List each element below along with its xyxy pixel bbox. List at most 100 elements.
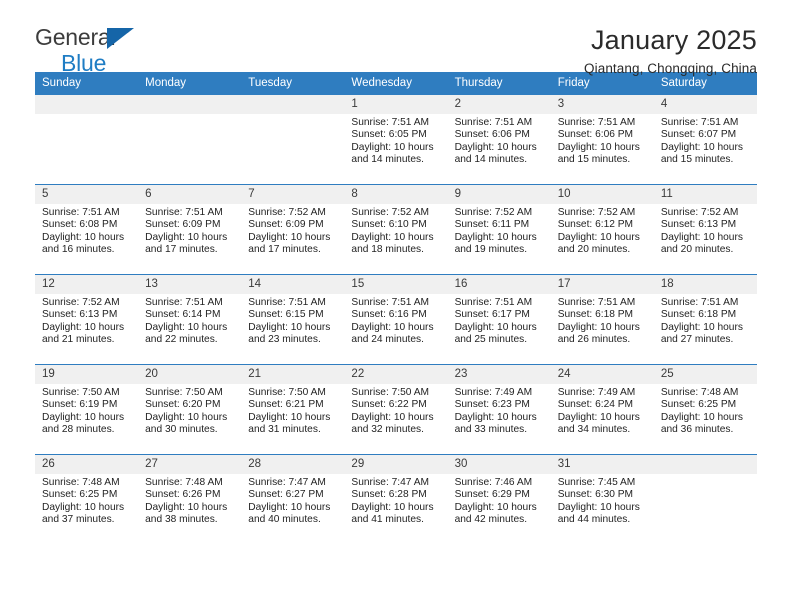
calendar-day-cell[interactable]: 6 Sunrise: 7:51 AM Sunset: 6:09 PM Daylight…	[138, 184, 242, 275]
sunrise-text: Sunrise: 7:45 AM	[557, 477, 636, 488]
general-blue-logo[interactable]: General Blue	[35, 24, 134, 75]
calendar-day-cell[interactable]: 14 Sunrise: 7:51 AM Sunset: 6:15 PM Dayligh…	[241, 274, 345, 365]
calendar-day-cell[interactable]: 20 Sunrise: 7:50 AM Sunset: 6:20 PM Dayligh…	[138, 364, 242, 455]
daylight-text-line2: and 26 minutes.	[557, 334, 631, 346]
day-number: 23	[447, 365, 551, 384]
sunset-text: Sunset: 6:08 PM	[42, 219, 118, 231]
calendar-day-cell[interactable]: 22 Sunrise: 7:50 AM Sunset: 6:22 PM Dayligh…	[344, 364, 448, 455]
day-number	[35, 95, 139, 114]
daylight-text-line2: and 27 minutes.	[660, 334, 734, 346]
calendar-day-cell[interactable]: 4 Sunrise: 7:51 AM Sunset: 6:07 PM Daylight…	[653, 94, 757, 185]
day-details: Sunrise: 7:51 AM Sunset: 6:06 PM Daylight:…	[551, 114, 654, 167]
day-details: Sunrise: 7:51 AM Sunset: 6:05 PM Daylight:…	[344, 114, 447, 167]
sunset-text: Sunset: 6:06 PM	[557, 129, 634, 141]
day-details: Sunrise: 7:52 AM Sunset: 6:09 PM Daylight:…	[241, 204, 344, 257]
sunrise-text: Sunrise: 7:49 AM	[557, 387, 636, 398]
calendar-week-row: 5 Sunrise: 7:51 AM Sunset: 6:08 PM Daylight…	[35, 184, 757, 275]
daylight-text-line2: and 22 minutes.	[145, 334, 218, 346]
calendar-week-row: 26 Sunrise: 7:48 AM Sunset: 6:25 PM Dayligh…	[35, 454, 757, 544]
sunrise-text: Sunrise: 7:48 AM	[145, 477, 223, 488]
sunset-text: Sunset: 6:30 PM	[557, 489, 634, 501]
calendar-day-cell[interactable]: 13 Sunrise: 7:51 AM Sunset: 6:14 PM Dayligh…	[138, 274, 242, 365]
sunrise-text: Sunrise: 7:52 AM	[42, 297, 120, 308]
day-details: Sunrise: 7:52 AM Sunset: 6:10 PM Daylight:…	[344, 204, 447, 257]
day-number: 4	[653, 95, 757, 114]
daylight-text-line2: and 14 minutes.	[454, 154, 528, 166]
daylight-text-line1: Daylight: 10 hours	[557, 501, 640, 513]
calendar-day-cell[interactable]: 15 Sunrise: 7:51 AM Sunset: 6:16 PM Dayligh…	[344, 274, 448, 365]
day-details: Sunrise: 7:50 AM Sunset: 6:19 PM Daylight:…	[35, 384, 138, 437]
day-details: Sunrise: 7:51 AM Sunset: 6:18 PM Daylight:…	[551, 294, 654, 347]
calendar-day-cell[interactable]: 7 Sunrise: 7:52 AM Sunset: 6:09 PM Daylight…	[241, 184, 345, 275]
daylight-text-line1: Daylight: 10 hours	[145, 501, 228, 513]
daylight-text-line1: Daylight: 10 hours	[145, 321, 228, 333]
sunset-text: Sunset: 6:18 PM	[557, 309, 634, 321]
daylight-text-line1: Daylight: 10 hours	[454, 141, 537, 153]
daylight-text-line1: Daylight: 10 hours	[248, 501, 331, 513]
sunset-text: Sunset: 6:07 PM	[660, 129, 737, 141]
calendar-day-cell[interactable]: 27 Sunrise: 7:48 AM Sunset: 6:26 PM Dayligh…	[138, 454, 242, 544]
calendar-day-cell[interactable]: 26 Sunrise: 7:48 AM Sunset: 6:25 PM Dayligh…	[35, 454, 139, 544]
calendar-day-cell[interactable]: 10 Sunrise: 7:52 AM Sunset: 6:12 PM Dayligh…	[550, 184, 654, 275]
sunset-text: Sunset: 6:05 PM	[351, 129, 427, 141]
sunset-text: Sunset: 6:27 PM	[248, 489, 324, 501]
day-number: 2	[447, 95, 551, 114]
calendar-day-cell[interactable]: 8 Sunrise: 7:52 AM Sunset: 6:10 PM Daylight…	[344, 184, 448, 275]
day-number: 18	[653, 275, 757, 294]
calendar-day-cell[interactable]: 12 Sunrise: 7:52 AM Sunset: 6:13 PM Dayligh…	[35, 274, 139, 365]
day-details: Sunrise: 7:45 AM Sunset: 6:30 PM Daylight:…	[551, 474, 654, 527]
calendar-day-cell[interactable]: 9 Sunrise: 7:52 AM Sunset: 6:11 PM Daylight…	[447, 184, 551, 275]
daylight-text-line1: Daylight: 10 hours	[145, 411, 228, 423]
calendar-day-cell[interactable]: 11 Sunrise: 7:52 AM Sunset: 6:13 PM Dayligh…	[653, 184, 757, 275]
calendar-day-cell[interactable]: 1 Sunrise: 7:51 AM Sunset: 6:05 PM Daylight…	[344, 94, 448, 185]
daylight-text-line1: Daylight: 10 hours	[145, 231, 228, 243]
calendar-day-cell[interactable]: 3 Sunrise: 7:51 AM Sunset: 6:06 PM Daylight…	[550, 94, 654, 185]
sunrise-text: Sunrise: 7:51 AM	[145, 207, 223, 218]
sunset-text: Sunset: 6:09 PM	[248, 219, 324, 231]
sunset-text: Sunset: 6:10 PM	[351, 219, 427, 231]
day-details: Sunrise: 7:51 AM Sunset: 6:06 PM Daylight:…	[448, 114, 551, 167]
daylight-text-line1: Daylight: 10 hours	[660, 141, 743, 153]
sunset-text: Sunset: 6:26 PM	[145, 489, 221, 501]
calendar-day-cell[interactable]: 29 Sunrise: 7:47 AM Sunset: 6:28 PM Dayligh…	[344, 454, 448, 544]
logo-triangle-icon	[107, 28, 134, 49]
day-number: 12	[35, 275, 139, 294]
calendar-day-cell[interactable]: 31 Sunrise: 7:45 AM Sunset: 6:30 PM Dayligh…	[550, 454, 654, 544]
sunrise-text: Sunrise: 7:50 AM	[145, 387, 223, 398]
day-details: Sunrise: 7:47 AM Sunset: 6:28 PM Daylight:…	[344, 474, 447, 527]
logo-text-general: General	[35, 24, 116, 50]
weekday-header-tuesday: Tuesday	[241, 72, 345, 95]
day-details: Sunrise: 7:50 AM Sunset: 6:21 PM Daylight:…	[241, 384, 344, 437]
sunrise-text: Sunrise: 7:51 AM	[454, 117, 533, 128]
calendar-day-cell[interactable]: 18 Sunrise: 7:51 AM Sunset: 6:18 PM Dayligh…	[653, 274, 757, 365]
calendar-day-cell[interactable]: 16 Sunrise: 7:51 AM Sunset: 6:17 PM Dayligh…	[447, 274, 551, 365]
day-details: Sunrise: 7:52 AM Sunset: 6:11 PM Daylight:…	[448, 204, 551, 257]
daylight-text-line2: and 30 minutes.	[145, 424, 218, 436]
calendar-week-row: 19 Sunrise: 7:50 AM Sunset: 6:19 PM Dayligh…	[35, 364, 757, 455]
calendar-day-cell[interactable]: 21 Sunrise: 7:50 AM Sunset: 6:21 PM Dayligh…	[241, 364, 345, 455]
calendar-day-cell[interactable]: 28 Sunrise: 7:47 AM Sunset: 6:27 PM Dayligh…	[241, 454, 345, 544]
daylight-text-line1: Daylight: 10 hours	[660, 321, 743, 333]
daylight-text-line2: and 40 minutes.	[248, 514, 321, 526]
daylight-text-line2: and 31 minutes.	[248, 424, 321, 436]
calendar-day-cell[interactable]: 19 Sunrise: 7:50 AM Sunset: 6:19 PM Dayligh…	[35, 364, 139, 455]
calendar-day-cell[interactable]: 25 Sunrise: 7:48 AM Sunset: 6:25 PM Dayligh…	[653, 364, 757, 455]
calendar-day-cell[interactable]: 30 Sunrise: 7:46 AM Sunset: 6:29 PM Dayligh…	[447, 454, 551, 544]
daylight-text-line1: Daylight: 10 hours	[351, 231, 434, 243]
calendar-day-cell[interactable]: 23 Sunrise: 7:49 AM Sunset: 6:23 PM Dayligh…	[447, 364, 551, 455]
calendar-day-cell[interactable]: 17 Sunrise: 7:51 AM Sunset: 6:18 PM Dayligh…	[550, 274, 654, 365]
daylight-text-line1: Daylight: 10 hours	[248, 411, 331, 423]
daylight-text-line1: Daylight: 10 hours	[557, 141, 640, 153]
sunset-text: Sunset: 6:29 PM	[454, 489, 530, 501]
sunrise-text: Sunrise: 7:46 AM	[454, 477, 533, 488]
sunrise-text: Sunrise: 7:51 AM	[660, 297, 739, 308]
daylight-text-line1: Daylight: 10 hours	[42, 411, 125, 423]
sunrise-text: Sunrise: 7:49 AM	[454, 387, 533, 398]
day-details: Sunrise: 7:52 AM Sunset: 6:12 PM Daylight:…	[551, 204, 654, 257]
calendar-day-cell[interactable]: 24 Sunrise: 7:49 AM Sunset: 6:24 PM Dayligh…	[550, 364, 654, 455]
calendar-day-cell[interactable]: 5 Sunrise: 7:51 AM Sunset: 6:08 PM Daylight…	[35, 184, 139, 275]
day-number: 10	[550, 185, 654, 204]
calendar-day-cell[interactable]: 2 Sunrise: 7:51 AM Sunset: 6:06 PM Daylight…	[447, 94, 551, 185]
calendar-grid: Sunday Monday Tuesday Wednesday Thursday…	[35, 72, 757, 544]
daylight-text-line2: and 36 minutes.	[660, 424, 734, 436]
